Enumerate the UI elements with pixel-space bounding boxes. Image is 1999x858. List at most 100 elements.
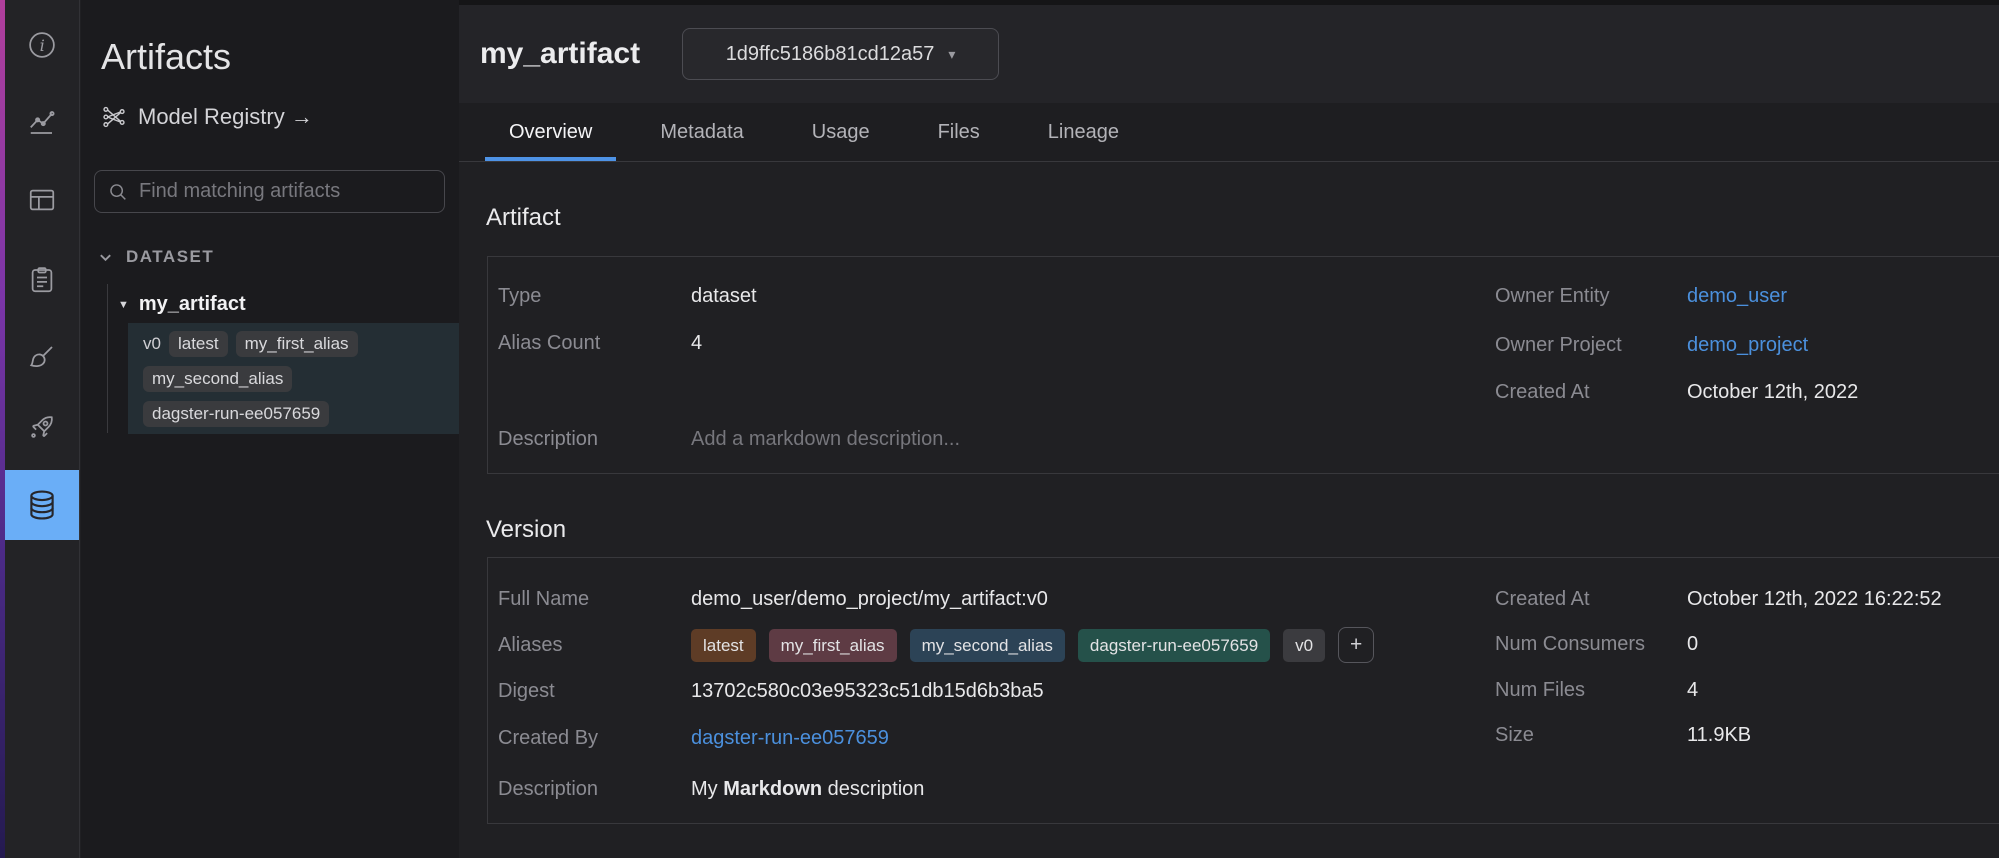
version-section-title: Version (486, 516, 566, 544)
field-full-name: Full Name demo_user/demo_project/my_arti… (498, 581, 1048, 617)
alias-badge-dagster-run: dagster-run-ee057659 (1078, 629, 1270, 662)
field-artifact-description: Description Add a markdown description..… (498, 421, 960, 457)
tree-alias-badge: my_second_alias (143, 366, 292, 392)
tab-lineage[interactable]: Lineage (1024, 103, 1143, 161)
tree-artifact-name: my_artifact (139, 293, 246, 316)
tree-alias-badge: my_first_alias (236, 331, 358, 357)
type-value: dataset (691, 285, 757, 308)
digest-label: Digest (498, 680, 691, 703)
description-bold-text: Markdown (723, 778, 822, 800)
full-name-label: Full Name (498, 588, 691, 611)
artifacts-database-icon[interactable] (5, 470, 79, 540)
tree-version-row-2: my_second_alias (143, 365, 292, 392)
tables-icon[interactable] (5, 185, 79, 215)
tree-version-row-3: dagster-run-ee057659 (143, 400, 329, 427)
field-digest: Digest 13702c580c03e95323c51db15d6b3ba5 (498, 673, 1044, 709)
tab-usage[interactable]: Usage (788, 103, 894, 161)
artifact-description-placeholder[interactable]: Add a markdown description... (691, 428, 960, 451)
artifact-section-title: Artifact (486, 204, 561, 232)
version-description-value: My Markdown description (691, 778, 924, 801)
alias-badge-latest: latest (691, 629, 756, 662)
tree-alias-badge: dagster-run-ee057659 (143, 401, 329, 427)
artifact-created-at-label: Created At (1495, 381, 1687, 404)
artifact-panel: Type dataset Alias Count 4 Description A… (487, 256, 1999, 474)
info-icon[interactable]: i (5, 30, 79, 60)
field-version-description: Description My Markdown description (498, 771, 924, 807)
tree-group-label: DATASET (126, 247, 214, 267)
version-panel: Full Name demo_user/demo_project/my_arti… (487, 557, 1999, 824)
field-owner-project: Owner Project demo_project (1495, 327, 1808, 363)
charts-icon[interactable] (5, 108, 79, 138)
chevron-down-icon (98, 250, 113, 265)
field-type: Type dataset (498, 278, 757, 314)
version-id-dropdown[interactable]: 1d9ffc5186b81cd12a57 ▾ (682, 28, 999, 80)
tree-version-item-selected[interactable]: v0 latest my_first_alias my_second_alias… (128, 323, 459, 434)
size-label: Size (1495, 724, 1687, 747)
tree-alias-badge: latest (169, 331, 228, 357)
alias-badge-v0: v0 (1283, 629, 1325, 662)
add-alias-button[interactable]: + (1338, 627, 1374, 663)
overview-content: Artifact Type dataset Alias Count 4 Desc… (459, 162, 1999, 858)
created-by-link[interactable]: dagster-run-ee057659 (691, 727, 889, 750)
model-registry-link[interactable]: Model Registry → (101, 104, 313, 130)
type-label: Type (498, 285, 691, 308)
tree-version-row-1: v0 latest my_first_alias (143, 330, 358, 357)
description-text: description (822, 778, 924, 800)
num-files-value: 4 (1687, 679, 1698, 702)
model-registry-label: Model Registry → (138, 104, 313, 130)
svg-text:i: i (40, 36, 45, 55)
field-size: Size 11.9KB (1495, 717, 1751, 753)
version-created-at-value: October 12th, 2022 16:22:52 (1687, 588, 1942, 611)
tab-bar: Overview Metadata Usage Files Lineage (459, 103, 1999, 162)
field-num-files: Num Files 4 (1495, 672, 1698, 708)
field-alias-count: Alias Count 4 (498, 325, 702, 361)
full-name-value: demo_user/demo_project/my_artifact:v0 (691, 588, 1048, 611)
sweeps-broom-icon[interactable] (5, 342, 79, 372)
owner-project-link[interactable]: demo_project (1687, 334, 1808, 357)
tree-version-label: v0 (143, 334, 161, 354)
tab-metadata[interactable]: Metadata (636, 103, 767, 161)
alias-badge-my-first-alias: my_first_alias (769, 629, 897, 662)
tree-item-my-artifact[interactable]: ▼ my_artifact (118, 293, 246, 316)
search-icon (107, 181, 129, 203)
alias-count-label: Alias Count (498, 332, 691, 355)
field-num-consumers: Num Consumers 0 (1495, 626, 1698, 662)
num-consumers-value: 0 (1687, 633, 1698, 656)
created-by-label: Created By (498, 727, 691, 750)
nav-rail: i (0, 0, 80, 858)
aliases-label: Aliases (498, 634, 691, 657)
alias-badge-list: latest my_first_alias my_second_alias da… (691, 627, 1374, 663)
field-owner-entity: Owner Entity demo_user (1495, 278, 1787, 314)
main-panel: my_artifact 1d9ffc5186b81cd12a57 ▾ Overv… (459, 0, 1999, 858)
artifact-header: my_artifact 1d9ffc5186b81cd12a57 ▾ (459, 5, 1999, 103)
artifact-created-at-value: October 12th, 2022 (1687, 381, 1858, 404)
triangle-down-icon: ▼ (118, 299, 129, 311)
artifacts-sidebar: Artifacts Model Registry → DATASET (81, 0, 459, 858)
launch-rocket-icon[interactable] (5, 412, 79, 442)
artifact-search-box (94, 170, 445, 213)
artifact-description-label: Description (498, 428, 691, 451)
sidebar-title: Artifacts (101, 36, 231, 78)
model-registry-icon (101, 104, 127, 130)
owner-entity-link[interactable]: demo_user (1687, 285, 1787, 308)
tree-indent-line (107, 284, 108, 433)
size-value: 11.9KB (1687, 724, 1751, 747)
tree-group-dataset[interactable]: DATASET (98, 247, 214, 267)
alias-count-value: 4 (691, 332, 702, 355)
version-created-at-label: Created At (1495, 588, 1687, 611)
field-version-created-at: Created At October 12th, 2022 16:22:52 (1495, 581, 1942, 617)
description-text: My (691, 778, 723, 800)
owner-project-label: Owner Project (1495, 334, 1687, 357)
version-id-value: 1d9ffc5186b81cd12a57 (726, 43, 935, 66)
digest-value: 13702c580c03e95323c51db15d6b3ba5 (691, 680, 1044, 703)
tab-files[interactable]: Files (914, 103, 1004, 161)
field-artifact-created-at: Created At October 12th, 2022 (1495, 374, 1858, 410)
reports-icon[interactable] (5, 265, 79, 295)
field-created-by: Created By dagster-run-ee057659 (498, 720, 889, 756)
num-consumers-label: Num Consumers (1495, 633, 1687, 656)
owner-entity-label: Owner Entity (1495, 285, 1687, 308)
caret-down-icon: ▾ (948, 46, 955, 63)
tab-overview[interactable]: Overview (485, 103, 616, 161)
field-aliases: Aliases latest my_first_alias my_second_… (498, 627, 1374, 663)
search-input[interactable] (139, 180, 444, 203)
